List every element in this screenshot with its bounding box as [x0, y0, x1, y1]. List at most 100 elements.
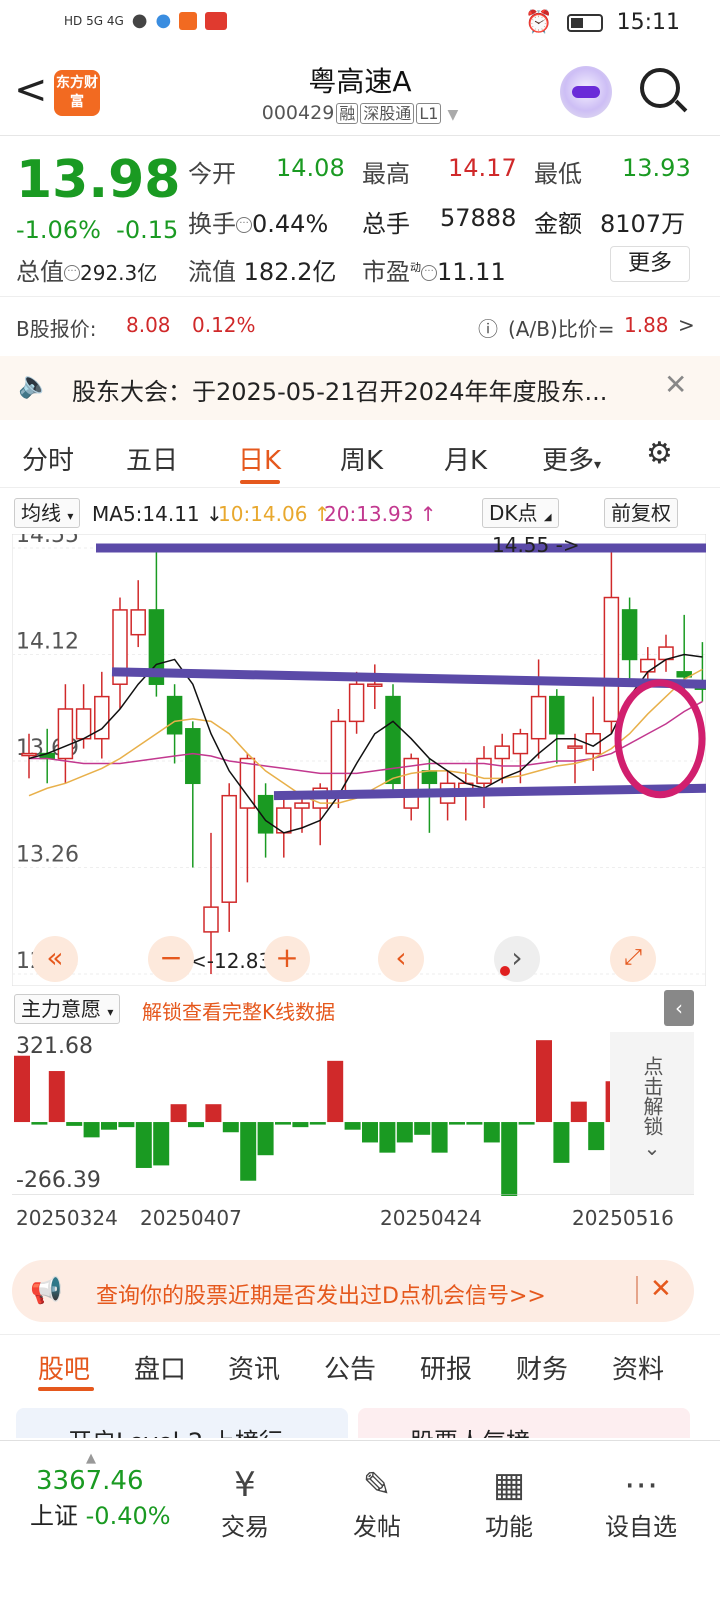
candle-body [512, 733, 529, 755]
tab-profile[interactable]: 资料 [612, 1349, 664, 1386]
collapse-arrow-icon[interactable]: ‹ [664, 990, 694, 1026]
period-tabs: 分时 五日 日K 周K 月K 更多▾ ⚙ [0, 428, 720, 488]
index-widget[interactable]: ▲ 3367.46 上证 -0.40% [30, 1451, 200, 1531]
indicator-bar [570, 1101, 587, 1123]
bottom-nav: ▲ 3367.46 上证 -0.40% ¥ 交易 ✎ 发帖 ▦ 功能 ⋯ 设自选 [0, 1440, 720, 1600]
close-icon[interactable]: ✕ [650, 1274, 672, 1304]
tab-pankou[interactable]: 盘口 [134, 1349, 186, 1386]
low-value: 13.93 [622, 154, 691, 182]
network-label: HD 5G 4G [64, 13, 124, 28]
adjust-button[interactable]: 前复权 [604, 498, 678, 528]
ma-select[interactable]: 均线 ▾ [14, 498, 81, 528]
unlock-kline-link[interactable]: 解锁查看完整K线数据 [142, 996, 335, 1025]
indicator-bar [344, 1122, 361, 1130]
tab-more[interactable]: 更多▾ [542, 440, 601, 477]
candle-body [385, 695, 401, 785]
nav-trade[interactable]: ¥ 交易 [190, 1463, 300, 1542]
candle-body [567, 745, 583, 749]
tab-research[interactable]: 研报 [420, 1349, 472, 1386]
float-item: 流值 182.2亿 [188, 252, 336, 287]
stock-code-row[interactable]: 000429 融深股通 L1 ▼ [0, 100, 720, 124]
stock-title: 粤高速A [308, 65, 412, 98]
tab-announcement[interactable]: 公告 [324, 1349, 376, 1386]
ma10-legend: 10:14.06 ↑ [218, 502, 331, 526]
yen-icon: ¥ [234, 1465, 256, 1505]
kline-chart[interactable]: 14.5514.1213.6913.2612.8314.55 -><-12.83 [12, 534, 706, 986]
close-icon[interactable]: ✕ [664, 368, 687, 401]
tab-news[interactable]: 资讯 [228, 1349, 280, 1386]
level2-card[interactable]: 开启Level-2 上榜行... [16, 1408, 348, 1438]
indicator-select[interactable]: 主力意愿 ▾ [14, 994, 121, 1024]
tab-guba[interactable]: 股吧 [38, 1349, 90, 1386]
mcap-item[interactable]: 总值 ··· 292.3亿 [16, 252, 157, 287]
candle-body [94, 695, 110, 740]
popularity-card[interactable]: 股票人气榜 [358, 1408, 690, 1438]
turnover-label: 换手 [188, 210, 236, 238]
tag-margin: 融 [336, 103, 359, 124]
candle-body [330, 720, 347, 797]
dk-point-button[interactable]: DK点 ◢ [482, 498, 559, 528]
search-icon[interactable] [640, 68, 680, 108]
notice-bar[interactable]: 🔈 股东大会：于2025-05-21召开2024年年度股东... ✕ [0, 356, 720, 420]
indicator-bar [396, 1122, 413, 1143]
turnover-item[interactable]: 换手 ··· 0.44% [188, 204, 328, 239]
mcap-label: 总值 [16, 258, 64, 286]
notice-text[interactable]: 股东大会：于2025-05-21召开2024年年度股东... [72, 372, 607, 407]
zoom-out-icon[interactable]: − [148, 936, 194, 982]
tab-finance[interactable]: 财务 [516, 1349, 568, 1386]
more-button[interactable]: 更多 [610, 246, 690, 282]
ab-ratio-label: (A/B)比价= [508, 317, 615, 341]
change-value: -0.15 [116, 216, 179, 244]
indicator-bar [222, 1122, 239, 1133]
ma5-legend: MA5:14.11 ↓ [92, 502, 223, 526]
scroll-left-icon[interactable]: ‹ [378, 936, 424, 982]
open-value: 14.08 [276, 154, 345, 182]
tab-monthly-k[interactable]: 月K [444, 440, 487, 477]
zoom-in-icon[interactable]: + [264, 936, 310, 982]
help-icon[interactable]: ⓘ [478, 313, 498, 342]
nav-watchlist-label: 设自选 [605, 1513, 677, 1541]
indicator-select-label: 主力意愿 [21, 997, 101, 1021]
fullscreen-icon[interactable]: ⤢ [610, 936, 656, 982]
robot-assistant-icon[interactable] [560, 66, 612, 118]
index-value: 3367.46 [36, 1466, 144, 1496]
nav-post[interactable]: ✎ 发帖 [322, 1463, 432, 1542]
click-unlock-panel[interactable]: 点击解锁 ⌄ [610, 1032, 694, 1194]
pe-sup: 动 [410, 261, 421, 274]
nav-watchlist[interactable]: ⋯ 设自选 [586, 1463, 696, 1542]
active-tab-indicator [38, 1387, 94, 1391]
more-dots-icon[interactable]: ··· [236, 217, 252, 233]
scroll-left-fast-icon[interactable]: « [32, 936, 78, 982]
tab-5day[interactable]: 五日 [126, 440, 178, 477]
y-tick-label: 14.12 [16, 630, 79, 655]
d-signal-text[interactable]: 查询你的股票近期是否发出过D点机会信号>> [96, 1278, 546, 1310]
d-signal-banner[interactable]: 📢 查询你的股票近期是否发出过D点机会信号>> ✕ [12, 1260, 694, 1322]
nav-trade-label: 交易 [221, 1513, 269, 1541]
tab-weekly-k[interactable]: 周K [340, 440, 383, 477]
nav-functions[interactable]: ▦ 功能 [454, 1463, 564, 1542]
more-dots-icon[interactable]: ··· [421, 265, 437, 281]
dropdown-icon[interactable]: ▼ [447, 107, 458, 123]
indicator-bar [327, 1060, 344, 1123]
candle-body [603, 596, 620, 723]
indicator-bar [292, 1122, 309, 1128]
mcap-value: 292.3亿 [80, 261, 158, 285]
tab-daily-k[interactable]: 日K [238, 440, 281, 477]
pe-item[interactable]: 市盈动 ··· 11.11 [362, 252, 506, 287]
b-share-row[interactable]: B股报价: 8.08 0.12% ⓘ (A/B)比价= 1.88 > [0, 296, 720, 352]
more-dots-icon[interactable]: ··· [64, 265, 80, 281]
candle-body [203, 906, 219, 933]
chart-toolbar: 均线 ▾ MA5:14.11 ↓ 10:14.06 ↑ 20:13.93 ↑ D… [0, 494, 720, 534]
float-label: 流值 [188, 258, 236, 286]
indicator-bar [66, 1122, 83, 1126]
turnover-value: 0.44% [252, 210, 329, 238]
active-tab-indicator [240, 480, 280, 484]
settings-gear-icon[interactable]: ⚙ [646, 436, 673, 471]
tab-intraday[interactable]: 分时 [22, 440, 74, 477]
nav-functions-label: 功能 [485, 1513, 533, 1541]
candle-body [421, 770, 438, 785]
indicator-bar [588, 1122, 605, 1151]
candle-body [185, 728, 201, 785]
status-bar: HD 5G 4G ● ● ⏰ 15:11 [0, 0, 720, 48]
scroll-right-icon[interactable]: › [494, 936, 540, 982]
